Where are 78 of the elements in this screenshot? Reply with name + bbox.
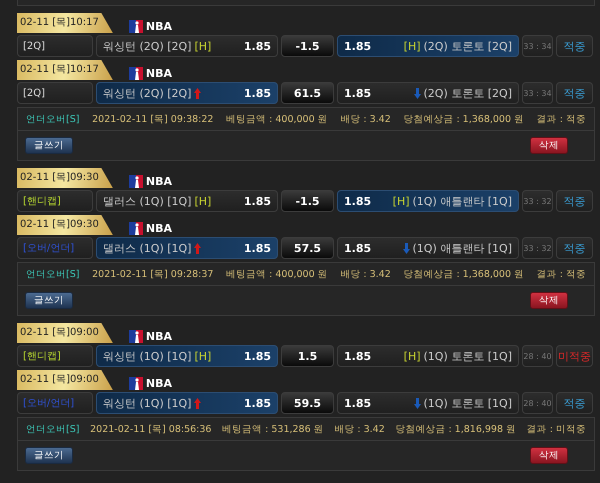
league-name: NBA [146, 377, 172, 390]
bet-result: 결과 : 적중 [536, 112, 586, 126]
bet-type-cell: [2Q] [17, 82, 93, 104]
league-logo-icon [128, 67, 143, 80]
bet-type-cell: [오버/언더] [17, 237, 93, 259]
league-logo-icon [128, 175, 143, 188]
result-cell: 미적중 [556, 345, 593, 367]
match-time-label: 02-11 [목]09:30 [17, 168, 113, 188]
bet-type-cell: [2Q] [17, 35, 93, 57]
result-cell: 적중 [556, 190, 593, 212]
league-logo-icon [128, 20, 143, 33]
away-odds-button[interactable]: 1.85 [H] (2Q) 토론토 [2Q] [337, 35, 519, 57]
away-odds-button[interactable]: 1.85 [H] (1Q) 애틀랜타 [1Q] [337, 190, 519, 212]
league-logo-icon [128, 222, 143, 235]
bet-kind: 언더오버[S] [26, 268, 80, 280]
expected-payout: 당첨예상금 : 1,368,000 원 [403, 268, 524, 280]
bet-odds: 배당 : 3.42 [340, 112, 391, 126]
home-odds-button[interactable]: 댈러스 (1Q) [1Q] 1.85 [96, 237, 278, 259]
delete-button[interactable]: 삭제 [530, 447, 568, 464]
league-name: NBA [146, 67, 172, 80]
line-cell: 59.5 [281, 392, 334, 414]
bet-amount: 베팅금액 : 400,000 원 [226, 268, 328, 280]
score-cell: 33 : 34 [522, 82, 553, 104]
result-cell: 적중 [556, 35, 593, 57]
bet-kind: 언더오버[S] [26, 422, 80, 436]
write-button[interactable]: 글쓰기 [25, 137, 73, 154]
bet-type-cell: [핸디캡] [17, 190, 93, 212]
away-odds-button[interactable]: 1.85 (1Q) 애틀랜타 [1Q] [337, 237, 519, 259]
match-time-label: 02-11 [목]10:17 [17, 13, 113, 33]
league-name: NBA [146, 175, 172, 188]
home-odds-button[interactable]: 워싱턴 (2Q) [2Q] 1.85 [96, 82, 278, 104]
write-button[interactable]: 글쓰기 [25, 447, 73, 464]
bet-time: 2021-02-11 [목] 08:56:36 [90, 422, 212, 436]
delete-button[interactable]: 삭제 [530, 292, 568, 309]
bet-type-cell: [핸디캡] [17, 345, 93, 367]
bet-time: 2021-02-11 [목] 09:38:22 [92, 112, 214, 126]
result-cell: 적중 [556, 392, 593, 414]
match-time-label: 02-11 [목]09:00 [17, 370, 113, 390]
home-odds-button[interactable]: 워싱턴 (2Q) [2Q] [H] 1.85 [96, 35, 278, 57]
league-name: NBA [146, 20, 172, 33]
bet-amount: 베팅금액 : 531,286 원 [222, 422, 324, 436]
away-odds-button[interactable]: 1.85 (1Q) 토론토 [1Q] [337, 392, 519, 414]
bet-odds: 배당 : 3.42 [340, 268, 391, 280]
bet-kind: 언더오버[S] [26, 112, 80, 126]
league-logo-icon [128, 330, 143, 343]
line-cell: -1.5 [281, 190, 334, 212]
match-time-label: 02-11 [목]10:17 [17, 60, 113, 80]
league-name: NBA [146, 330, 172, 343]
bet-time: 2021-02-11 [목] 09:28:37 [92, 268, 214, 280]
away-odds-button[interactable]: 1.85 [H] (1Q) 토론토 [1Q] [337, 345, 519, 367]
home-odds-button[interactable]: 워싱턴 (1Q) [1Q] 1.85 [96, 392, 278, 414]
match-time-label: 02-11 [목]09:00 [17, 323, 113, 343]
bet-amount: 베팅금액 : 400,000 원 [226, 112, 328, 126]
line-cell: 61.5 [281, 82, 334, 104]
result-cell: 적중 [556, 82, 593, 104]
score-cell: 33 : 32 [522, 190, 553, 212]
away-odds-button[interactable]: 1.85 (2Q) 토론토 [2Q] [337, 82, 519, 104]
line-cell: 1.5 [281, 345, 334, 367]
bet-odds: 배당 : 3.42 [334, 422, 385, 436]
line-cell: 57.5 [281, 237, 334, 259]
result-cell: 적중 [556, 237, 593, 259]
match-time-label: 02-11 [목]09:30 [17, 215, 113, 235]
home-odds-button[interactable]: 워싱턴 (1Q) [1Q] [H] 1.85 [96, 345, 278, 367]
league-name: NBA [146, 222, 172, 235]
bet-result: 결과 : 적중 [536, 268, 586, 280]
home-odds-button[interactable]: 댈러스 (1Q) [1Q] [H] 1.85 [96, 190, 278, 212]
bet-type-cell: [오버/언더] [17, 392, 93, 414]
line-cell: -1.5 [281, 35, 334, 57]
write-button[interactable]: 글쓰기 [25, 292, 73, 309]
score-cell: 28 : 40 [522, 392, 553, 414]
score-cell: 33 : 32 [522, 237, 553, 259]
bet-result: 결과 : 미적중 [526, 422, 586, 436]
score-cell: 28 : 40 [522, 345, 553, 367]
score-cell: 33 : 34 [522, 35, 553, 57]
league-logo-icon [128, 377, 143, 390]
expected-payout: 당첨예상금 : 1,368,000 원 [403, 112, 524, 126]
delete-button[interactable]: 삭제 [530, 137, 568, 154]
expected-payout: 당첨예상금 : 1,816,998 원 [395, 422, 516, 436]
